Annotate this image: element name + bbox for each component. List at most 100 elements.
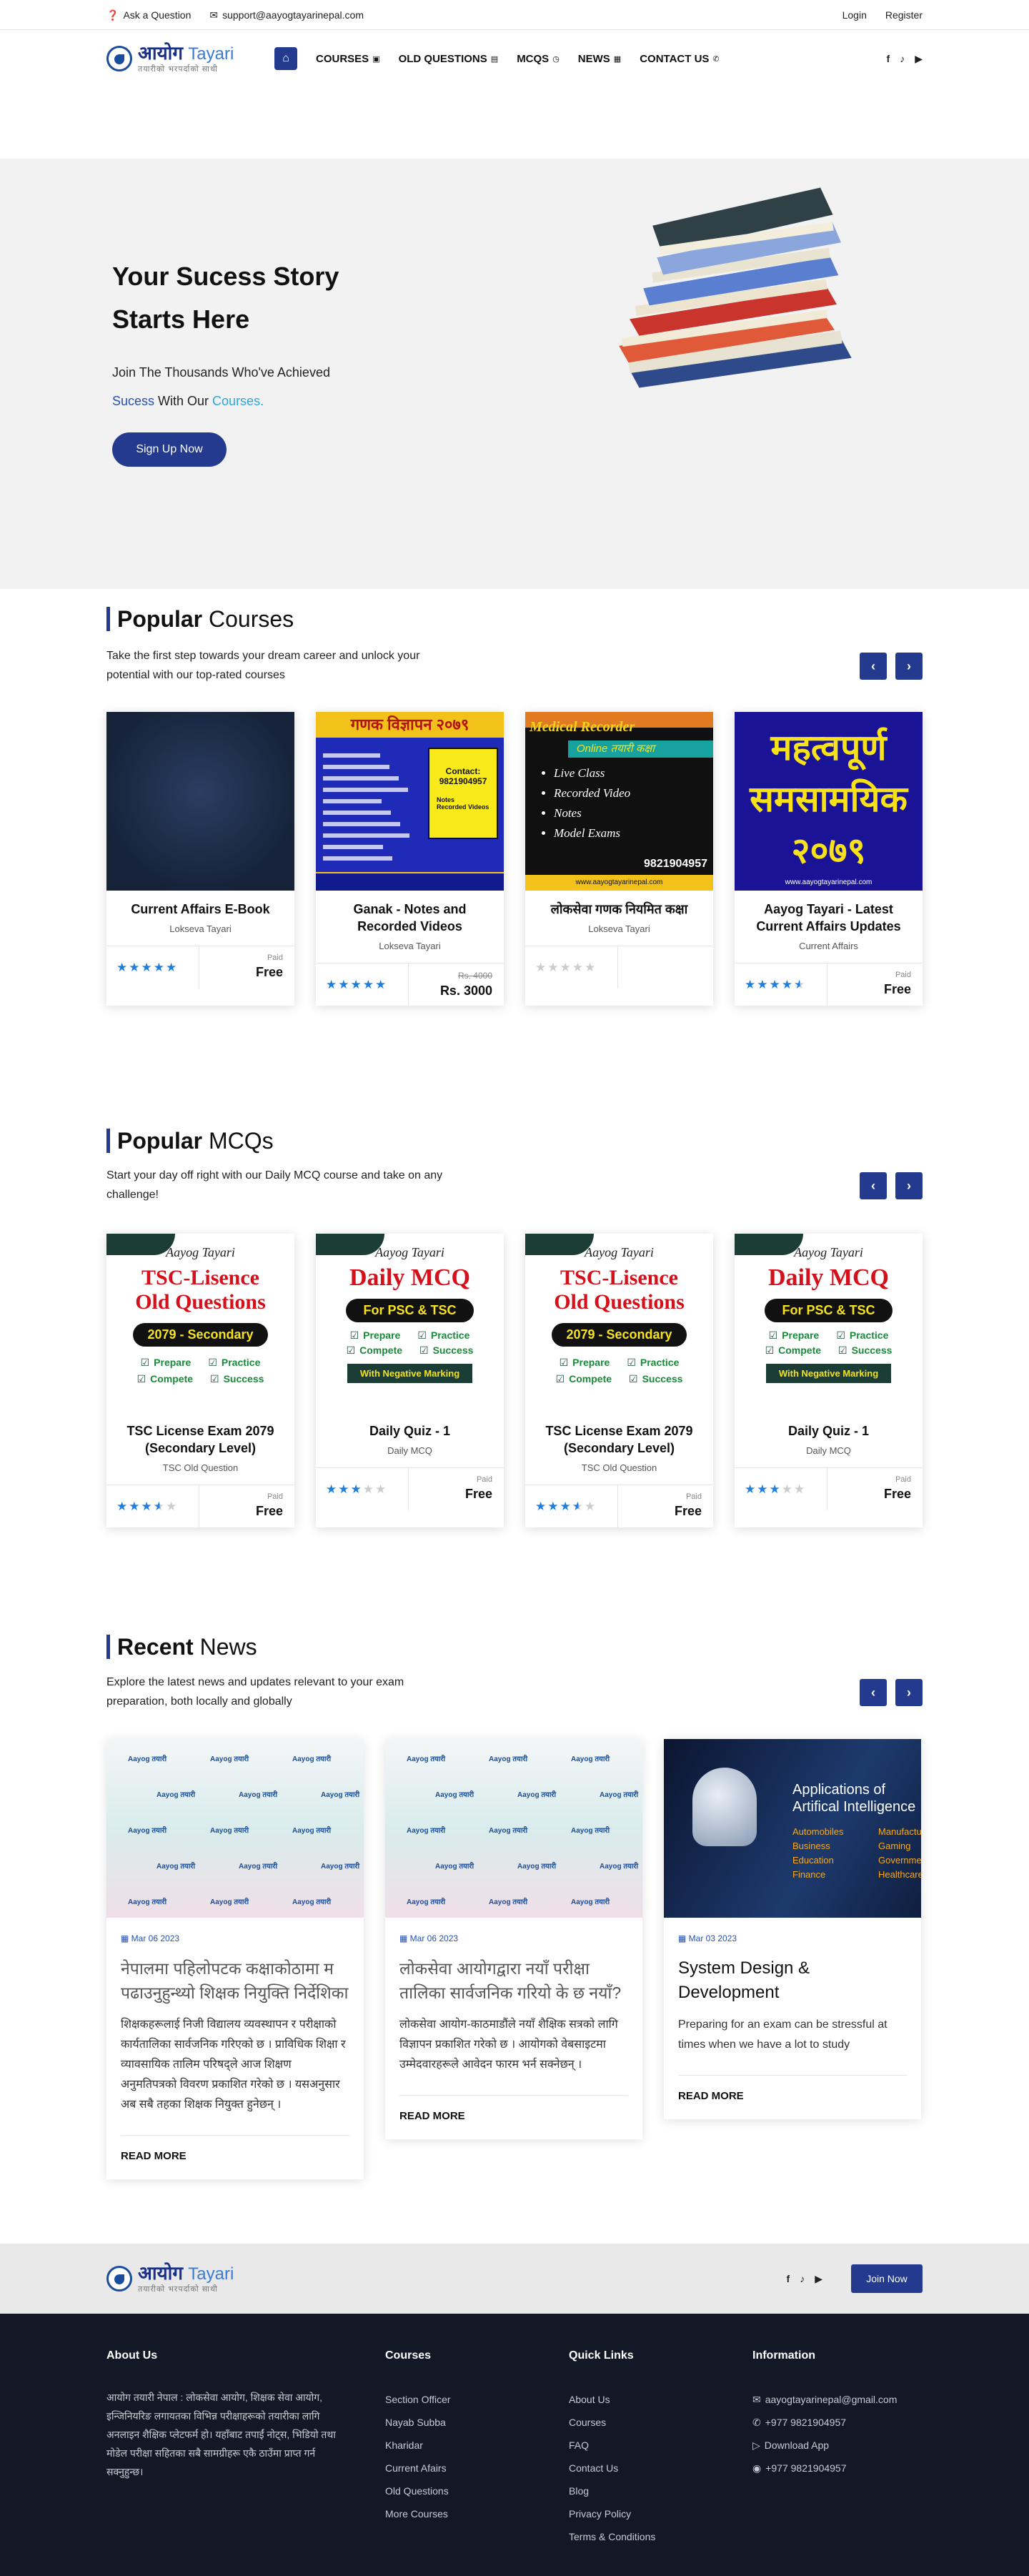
- next-arrow-button[interactable]: ›: [895, 653, 923, 680]
- mcq-card[interactable]: Aayog Tayari Daily MCQ For PSC & TSC ☑ Prepa…: [735, 1234, 923, 1527]
- facebook-icon[interactable]: f: [787, 2273, 790, 2285]
- star-icon: ★: [794, 1482, 807, 1496]
- mcq-card[interactable]: Aayog Tayari Daily MCQ For PSC & TSC ☑ Prepa…: [316, 1234, 504, 1527]
- read-more-link[interactable]: READ MORE: [399, 2095, 628, 2122]
- robot-illustration: [692, 1768, 757, 1846]
- youtube-icon[interactable]: ▶: [915, 53, 923, 65]
- next-arrow-button[interactable]: ›: [895, 1679, 923, 1706]
- course-title[interactable]: Ganak - Notes and Recorded Videos: [316, 891, 504, 935]
- star-icon: ★: [585, 960, 597, 974]
- thumb-pill: For PSC & TSC: [346, 1299, 474, 1322]
- sign-up-button[interactable]: Sign Up Now: [112, 432, 227, 467]
- mcq-title[interactable]: TSC License Exam 2079 (Secondary Level): [525, 1412, 713, 1457]
- mcq-thumbnail[interactable]: Aayog Tayari TSC-Lisence Old Questions 2079…: [525, 1234, 713, 1412]
- nav-courses[interactable]: COURSES ▣: [316, 53, 380, 65]
- star-icon: ★: [153, 1499, 166, 1513]
- footer-info-item[interactable]: ✆ +977 9821904957: [752, 2411, 923, 2434]
- nav-contact-us[interactable]: CONTACT US ✆: [640, 53, 719, 65]
- mcq-title[interactable]: Daily Quiz - 1: [735, 1412, 923, 1440]
- calendar-icon: ▦: [399, 1933, 410, 1943]
- course-card[interactable]: गणक विज्ञापन २०७९ Contact: 9821904957 Notes…: [316, 712, 504, 1006]
- footer-course-link[interactable]: More Courses: [385, 2502, 569, 2525]
- footer-quick-link[interactable]: Courses: [569, 2411, 752, 2434]
- news-card[interactable]: Applications of Artifical Intelligence Aut…: [664, 1739, 921, 2119]
- register-link[interactable]: Register: [885, 9, 923, 21]
- news-thumbnail[interactable]: Aayog तयारी Aayog तयारी Aayog तयारी Aayog त…: [106, 1739, 364, 1918]
- footer-info-item[interactable]: ▷ Download App: [752, 2434, 923, 2457]
- footer-info-item[interactable]: ◉ +977 9821904957: [752, 2457, 923, 2480]
- footer-info-item[interactable]: ✉ aayogtayarinepal@gmail.com: [752, 2388, 923, 2411]
- prev-arrow-button[interactable]: ‹: [860, 1172, 887, 1199]
- facebook-icon[interactable]: f: [887, 53, 890, 65]
- course-card[interactable]: महत्वपूर्ण समसामयिक २०७९ www.aayogtayarin…: [735, 712, 923, 1006]
- course-title[interactable]: Current Affairs E-Book: [106, 891, 294, 918]
- course-thumbnail[interactable]: Medical Recorder Online तयारी कक्षा Live C…: [525, 712, 713, 891]
- mcq-thumbnail[interactable]: Aayog Tayari TSC-Lisence Old Questions 2079…: [106, 1234, 294, 1412]
- thumb-list-item: Finance: [792, 1869, 826, 1880]
- footer-course-link[interactable]: Nayab Subba: [385, 2411, 569, 2434]
- footer-course-link[interactable]: Section Officer: [385, 2388, 569, 2411]
- news-card[interactable]: Aayog तयारी Aayog तयारी Aayog तयारी Aayog त…: [385, 1739, 642, 2139]
- news-thumbnail[interactable]: Aayog तयारी Aayog तयारी Aayog तयारी Aayog त…: [385, 1739, 642, 1918]
- price-value: Free: [883, 982, 911, 996]
- course-title[interactable]: Aayog Tayari - Latest Current Affairs Up…: [735, 891, 923, 935]
- ask-question-link[interactable]: ❓ Ask a Question: [106, 9, 191, 21]
- footer-course-link[interactable]: Kharidar: [385, 2434, 569, 2457]
- login-link[interactable]: Login: [842, 9, 867, 21]
- mcq-title[interactable]: TSC License Exam 2079 (Secondary Level): [106, 1412, 294, 1457]
- info-text: Download App: [764, 2439, 830, 2451]
- footer-course-link[interactable]: Old Questions: [385, 2480, 569, 2502]
- watermark-text: Aayog तयारी: [210, 1755, 249, 1763]
- news-title[interactable]: नेपालमा पहिलोपटक कक्षाकोठामा म पढाउनुहुन…: [121, 1956, 349, 2005]
- next-arrow-button[interactable]: ›: [895, 1172, 923, 1199]
- youtube-icon[interactable]: ▶: [815, 2273, 822, 2285]
- footer-logo[interactable]: आयोग Tayari तयारीको भरपर्दाको साथी: [106, 2264, 274, 2294]
- check-icon: ☑: [629, 1373, 638, 1384]
- footer-quick-link[interactable]: Terms & Conditions: [569, 2525, 752, 2548]
- support-email-link[interactable]: ✉ support@aayogtayarinepal.com: [209, 9, 364, 21]
- read-more-link[interactable]: READ MORE: [678, 2075, 907, 2102]
- read-more-link[interactable]: READ MORE: [121, 2135, 349, 2162]
- footer-course-link[interactable]: Current Afairs: [385, 2457, 569, 2480]
- home-icon[interactable]: ⌂: [274, 47, 297, 70]
- footer-quick-link[interactable]: Privacy Policy: [569, 2502, 752, 2525]
- mcq-card[interactable]: Aayog Tayari TSC-Lisence Old Questions 2079…: [106, 1234, 294, 1527]
- prev-arrow-button[interactable]: ‹: [860, 1679, 887, 1706]
- footer-quick-link[interactable]: Contact Us: [569, 2457, 752, 2480]
- nav-mcqs[interactable]: MCQS ◷: [517, 53, 560, 65]
- news-card[interactable]: Aayog तयारी Aayog तयारी Aayog तयारी Aayog त…: [106, 1739, 364, 2179]
- footer-quick-link[interactable]: FAQ: [569, 2434, 752, 2457]
- price-label: Paid: [895, 1475, 911, 1484]
- star-icon: ★: [585, 1499, 597, 1513]
- section-title: Popular MCQs: [106, 1129, 274, 1153]
- section-title: Popular Courses: [106, 607, 294, 631]
- mcq-thumbnail[interactable]: Aayog Tayari Daily MCQ For PSC & TSC ☑ Prepa…: [735, 1234, 923, 1412]
- tiktok-icon[interactable]: ♪: [900, 53, 905, 65]
- news-title[interactable]: लोकसेवा आयोगद्वारा नयाँ परीक्षा तालिका स…: [399, 1956, 628, 2005]
- watermark-text: Aayog तयारी: [292, 1755, 332, 1763]
- prev-arrow-button[interactable]: ‹: [860, 653, 887, 680]
- course-card[interactable]: Current Affairs E-Book Lokseva Tayari ★ ★ ★ ★…: [106, 712, 294, 1006]
- books-illustration: [619, 187, 852, 388]
- videos-label: Recorded Videos: [437, 803, 489, 811]
- course-title[interactable]: लोकसेवा गणक नियमित कक्षा: [525, 891, 713, 918]
- watermark-text: Aayog तयारी: [292, 1898, 332, 1906]
- course-thumbnail[interactable]: महत्वपूर्ण समसामयिक २०७९ www.aayogtayarin…: [735, 712, 923, 891]
- course-thumbnail[interactable]: [106, 712, 294, 891]
- footer-quick-link[interactable]: Blog: [569, 2480, 752, 2502]
- check-label: Prepare: [782, 1329, 820, 1341]
- nav-news[interactable]: NEWS ▦: [578, 53, 621, 65]
- news-title[interactable]: System Design & Development: [678, 1956, 907, 2005]
- news-thumbnail[interactable]: Applications of Artifical Intelligence Aut…: [664, 1739, 921, 1918]
- mcq-card[interactable]: Aayog Tayari TSC-Lisence Old Questions 2079…: [525, 1234, 713, 1527]
- course-card[interactable]: Medical Recorder Online तयारी कक्षा Live C…: [525, 712, 713, 1006]
- nav-old-questions[interactable]: OLD QUESTIONS ▤: [399, 53, 499, 65]
- check-icon: ☑: [838, 1344, 847, 1356]
- footer-quick-link[interactable]: About Us: [569, 2388, 752, 2411]
- join-now-button[interactable]: Join Now: [851, 2264, 923, 2293]
- mcq-thumbnail[interactable]: Aayog Tayari Daily MCQ For PSC & TSC ☑ Prepa…: [316, 1234, 504, 1412]
- mcq-title[interactable]: Daily Quiz - 1: [316, 1412, 504, 1440]
- site-logo[interactable]: आयोग Tayari तयारीको भरपर्दाको साथी: [106, 44, 274, 74]
- tiktok-icon[interactable]: ♪: [800, 2273, 805, 2285]
- course-thumbnail[interactable]: गणक विज्ञापन २०७९ Contact: 9821904957 Notes…: [316, 712, 504, 891]
